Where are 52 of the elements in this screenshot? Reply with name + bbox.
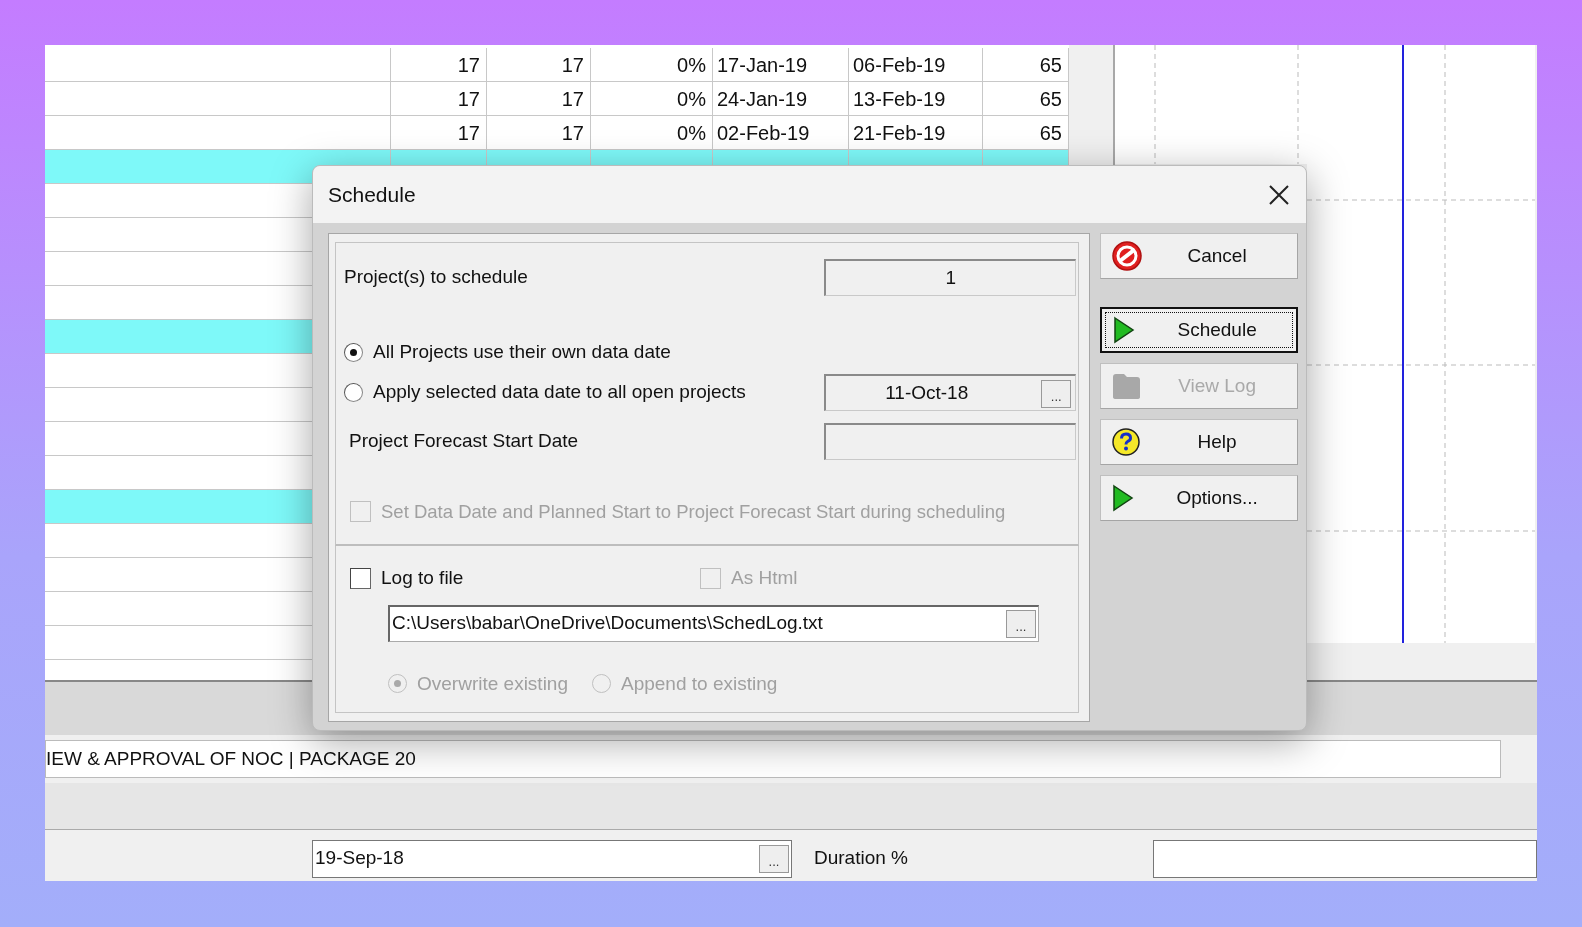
option-label: Append to existing: [621, 671, 778, 696]
forecast-date-field[interactable]: [824, 423, 1077, 460]
radio-button[interactable]: [344, 383, 363, 402]
table-cell: 17-Jan-19: [713, 48, 849, 81]
play-icon: [1111, 484, 1136, 512]
dialog-button[interactable]: Help: [1100, 419, 1298, 465]
table-cell: 17: [487, 82, 591, 115]
date-value: 19-Sep-18: [314, 846, 404, 871]
checkbox-label[interactable]: Log to file: [381, 564, 464, 593]
dialog-title: Schedule: [328, 181, 416, 208]
radio-button[interactable]: [344, 342, 363, 362]
browse-button[interactable]: ...: [759, 844, 789, 873]
checkbox-label: Set Data Date and Planned Start to Project Forecast Start during scheduling: [381, 500, 1006, 524]
checkbox-label: As Html: [731, 566, 798, 590]
log-path-field[interactable]: C:\Users\babar\OneDrive\Documents\SchedLog.txt ...: [388, 604, 1039, 642]
browse-button[interactable]: ...: [1006, 609, 1036, 638]
checkbox[interactable]: [350, 567, 371, 589]
table-cell: 17: [487, 116, 591, 149]
close-icon[interactable]: [1268, 183, 1290, 206]
dialog-button: View Log: [1100, 363, 1298, 409]
option-label[interactable]: Apply selected data date to all open projects: [373, 378, 746, 407]
duration-label: Duration %: [814, 846, 908, 871]
option-label: Overwrite existing: [417, 671, 568, 696]
path-value: C:\Users\babar\OneDrive\Documents\SchedLog.txt: [392, 611, 823, 636]
option-label[interactable]: All Projects use their own data date: [373, 337, 671, 367]
dialog-button[interactable]: Options...: [1100, 475, 1298, 521]
browse-button[interactable]: ...: [1041, 380, 1072, 408]
table-cell: 0%: [591, 82, 713, 115]
date-value: 11-Oct-18: [885, 380, 969, 405]
play-icon: [1112, 316, 1137, 344]
table-cell: 17: [391, 116, 487, 149]
table-cell: 21-Feb-19: [849, 116, 983, 149]
projects-count-field: 1: [824, 259, 1077, 296]
table-cell: 06-Feb-19: [849, 48, 983, 81]
table-cell: 02-Feb-19: [713, 116, 849, 149]
help-icon: [1111, 427, 1142, 457]
dialog-button[interactable]: Cancel: [1100, 233, 1298, 279]
description-field[interactable]: IEW & APPROVAL OF NOC | PACKAGE 20: [45, 740, 1501, 778]
dialog-button[interactable]: Schedule: [1100, 307, 1298, 353]
table-cell: 17: [391, 48, 487, 81]
table-cell: 0%: [591, 116, 713, 149]
table-cell: 0%: [591, 48, 713, 81]
table-cell: 24-Jan-19: [713, 82, 849, 115]
table-cell: 17: [487, 48, 591, 81]
field-label: Project Forecast Start Date: [349, 429, 579, 454]
data-date-field[interactable]: 11-Oct-18 ...: [824, 374, 1077, 411]
table-cell: 17: [391, 82, 487, 115]
stop-icon: [1111, 240, 1144, 272]
duration-field[interactable]: [1153, 839, 1537, 878]
field-label: Project(s) to schedule: [344, 265, 528, 290]
date-field[interactable]: 19-Sep-18 ...: [312, 839, 792, 878]
table-cell: 13-Feb-19: [849, 82, 983, 115]
